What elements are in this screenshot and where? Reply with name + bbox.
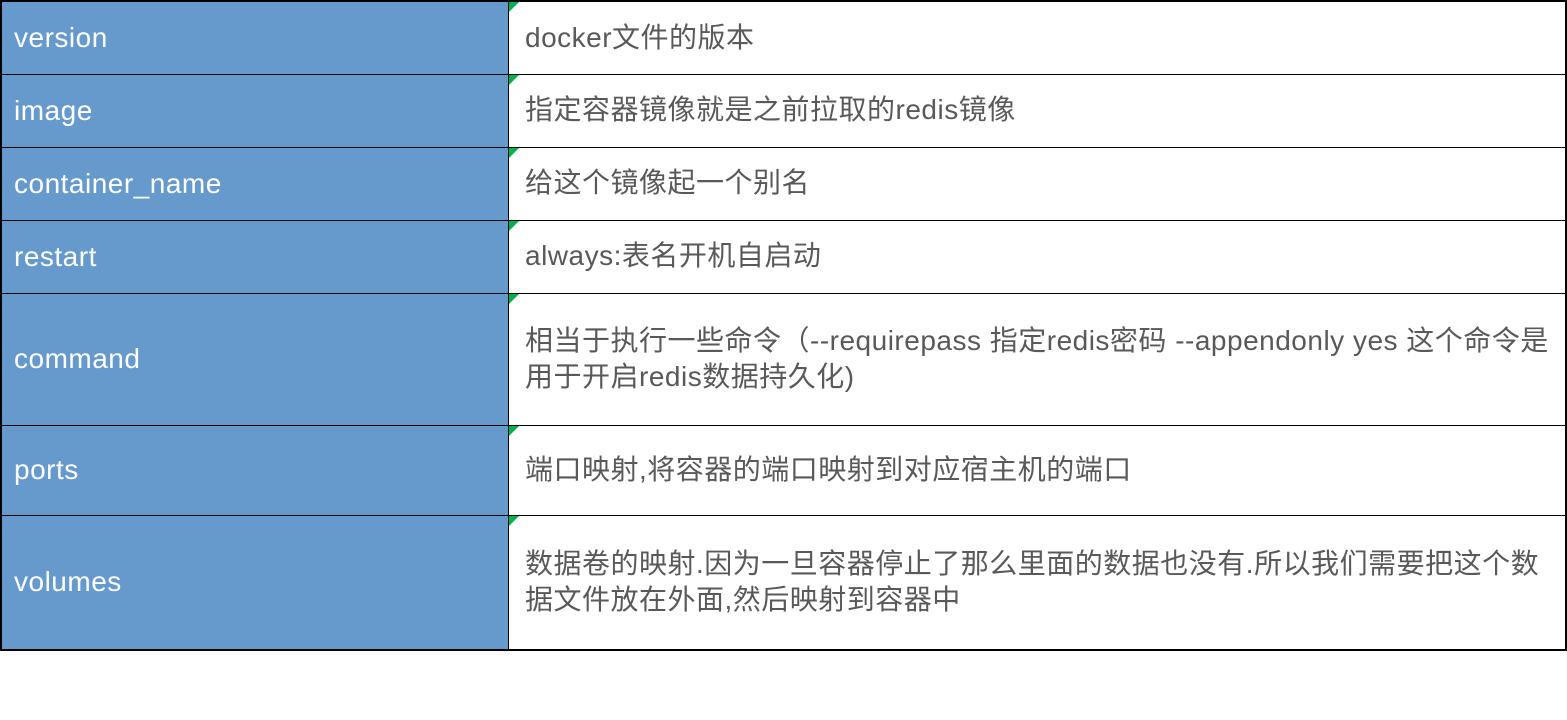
table-row: container_name 给这个镜像起一个别名 [1,147,1566,220]
property-value-cell: always:表名开机自启动 [509,220,1566,293]
property-key-cell: container_name [1,147,509,220]
table-row: ports 端口映射,将容器的端口映射到对应宿主机的端口 [1,425,1566,515]
table-row: version docker文件的版本 [1,1,1566,74]
property-value-cell: 指定容器镜像就是之前拉取的redis镜像 [509,74,1566,147]
property-key-cell: ports [1,425,509,515]
docker-compose-properties-table: version docker文件的版本 image 指定容器镜像就是之前拉取的r… [0,0,1567,651]
table-row: restart always:表名开机自启动 [1,220,1566,293]
property-key-cell: restart [1,220,509,293]
property-value-cell: 端口映射,将容器的端口映射到对应宿主机的端口 [509,425,1566,515]
property-key-cell: command [1,293,509,425]
property-key-cell: version [1,1,509,74]
property-value-cell: 相当于执行一些命令（--requirepass 指定redis密码 --appe… [509,293,1566,425]
table-row: volumes 数据卷的映射.因为一旦容器停止了那么里面的数据也没有.所以我们需… [1,515,1566,650]
property-key-cell: volumes [1,515,509,650]
table-row: command 相当于执行一些命令（--requirepass 指定redis密… [1,293,1566,425]
property-key-cell: image [1,74,509,147]
table-row: image 指定容器镜像就是之前拉取的redis镜像 [1,74,1566,147]
property-value-cell: 给这个镜像起一个别名 [509,147,1566,220]
property-value-cell: docker文件的版本 [509,1,1566,74]
property-value-cell: 数据卷的映射.因为一旦容器停止了那么里面的数据也没有.所以我们需要把这个数据文件… [509,515,1566,650]
